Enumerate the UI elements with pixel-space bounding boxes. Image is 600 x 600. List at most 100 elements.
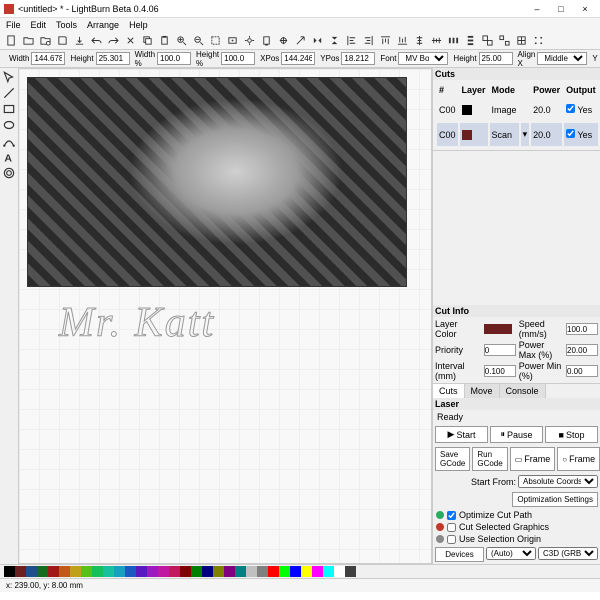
height-input[interactable] xyxy=(96,52,130,65)
cuts-row[interactable]: C00 Image 20.0 Yes No xyxy=(437,98,600,121)
palette-color[interactable] xyxy=(70,566,81,577)
stop-button[interactable]: ■ Stop xyxy=(545,426,598,443)
maximize-button[interactable]: □ xyxy=(550,2,572,16)
cuts-row[interactable]: C00 Scan▾ 20.0 Yes No xyxy=(437,123,600,146)
palette-color[interactable] xyxy=(136,566,147,577)
priority-input[interactable] xyxy=(484,344,516,356)
palette-color[interactable] xyxy=(312,566,323,577)
ypos-input[interactable] xyxy=(341,52,375,65)
palette-color[interactable] xyxy=(224,566,235,577)
array-icon[interactable] xyxy=(531,34,545,48)
copy-icon[interactable] xyxy=(140,34,154,48)
line-tool-icon[interactable] xyxy=(2,86,16,100)
pause-button[interactable]: ⏸ Pause xyxy=(490,426,543,443)
distribute-v-icon[interactable] xyxy=(463,34,477,48)
canvas[interactable]: Mr. Katt xyxy=(18,68,432,564)
palette-color[interactable] xyxy=(92,566,103,577)
palette-color[interactable] xyxy=(279,566,290,577)
tab-move[interactable]: Move xyxy=(465,384,500,398)
start-from-select[interactable]: Absolute Coords xyxy=(518,475,598,488)
settings-icon[interactable] xyxy=(242,34,256,48)
close-button[interactable]: × xyxy=(574,2,596,16)
palette-color[interactable] xyxy=(180,566,191,577)
menu-tools[interactable]: Tools xyxy=(56,20,77,30)
palette-color[interactable] xyxy=(125,566,136,577)
opt-settings-button[interactable]: Optimization Settings xyxy=(512,492,598,507)
palette-color[interactable] xyxy=(81,566,92,577)
palette-color[interactable] xyxy=(37,566,48,577)
palette-color[interactable] xyxy=(26,566,37,577)
palette-color[interactable] xyxy=(301,566,312,577)
speed-input[interactable] xyxy=(566,323,598,335)
palette-color[interactable] xyxy=(345,566,356,577)
pmin-input[interactable] xyxy=(566,365,598,377)
arrow-icon[interactable] xyxy=(293,34,307,48)
device-auto-select[interactable]: (Auto) xyxy=(486,547,536,560)
distribute-h-icon[interactable] xyxy=(446,34,460,48)
save-icon[interactable] xyxy=(55,34,69,48)
run-gcode-button[interactable]: Run GCode xyxy=(472,447,507,471)
tab-cuts[interactable]: Cuts xyxy=(433,384,465,398)
mirror-h-icon[interactable] xyxy=(310,34,324,48)
undo-icon[interactable] xyxy=(89,34,103,48)
menu-file[interactable]: File xyxy=(6,20,21,30)
palette-color[interactable] xyxy=(235,566,246,577)
new-icon[interactable] xyxy=(4,34,18,48)
palette-color[interactable] xyxy=(59,566,70,577)
palette-color[interactable] xyxy=(15,566,26,577)
delete-icon[interactable] xyxy=(123,34,137,48)
paste-icon[interactable] xyxy=(157,34,171,48)
palette-color[interactable] xyxy=(191,566,202,577)
preview-icon[interactable] xyxy=(225,34,239,48)
palette-color[interactable] xyxy=(158,566,169,577)
palette-color[interactable] xyxy=(48,566,59,577)
menu-help[interactable]: Help xyxy=(129,20,148,30)
align-top-icon[interactable] xyxy=(378,34,392,48)
heightp-input[interactable] xyxy=(221,52,255,65)
ungroup-icon[interactable] xyxy=(497,34,511,48)
redo-icon[interactable] xyxy=(106,34,120,48)
open-recent-icon[interactable] xyxy=(38,34,52,48)
frame-circle-button[interactable]: ○ Frame xyxy=(557,447,600,471)
font-select[interactable]: MV Boli xyxy=(398,52,448,65)
palette-color[interactable] xyxy=(268,566,279,577)
open-icon[interactable] xyxy=(21,34,35,48)
menu-edit[interactable]: Edit xyxy=(31,20,47,30)
palette-color[interactable] xyxy=(246,566,257,577)
palette-color[interactable] xyxy=(334,566,345,577)
layer-color-swatch[interactable] xyxy=(484,324,512,334)
save-gcode-button[interactable]: Save GCode xyxy=(435,447,470,471)
palette-color[interactable] xyxy=(103,566,114,577)
minimize-button[interactable]: – xyxy=(526,2,548,16)
palette-color[interactable] xyxy=(323,566,334,577)
zoom-frame-icon[interactable] xyxy=(208,34,222,48)
text-object[interactable]: Mr. Katt xyxy=(59,299,215,347)
device-settings-icon[interactable] xyxy=(259,34,273,48)
palette-color[interactable] xyxy=(169,566,180,577)
xpos-input[interactable] xyxy=(281,52,315,65)
select-tool-icon[interactable] xyxy=(2,70,16,84)
frame-button[interactable]: ▭ Frame xyxy=(510,447,556,471)
align-left-icon[interactable] xyxy=(344,34,358,48)
alignx-select[interactable]: Middle xyxy=(537,52,587,65)
grid-icon[interactable] xyxy=(514,34,528,48)
palette-color[interactable] xyxy=(290,566,301,577)
start-button[interactable]: ▶ Start xyxy=(435,426,488,443)
palette-color[interactable] xyxy=(114,566,125,577)
edit-nodes-icon[interactable] xyxy=(2,134,16,148)
import-icon[interactable] xyxy=(72,34,86,48)
mirror-v-icon[interactable] xyxy=(327,34,341,48)
pmax-input[interactable] xyxy=(566,344,598,356)
width-input[interactable] xyxy=(31,52,65,65)
opt-path-check[interactable] xyxy=(447,511,456,520)
align-center-h-icon[interactable] xyxy=(412,34,426,48)
device-profile-select[interactable]: C3D (GRBL) xyxy=(538,547,598,560)
interval-input[interactable] xyxy=(484,365,516,377)
devices-button[interactable]: Devices xyxy=(435,547,484,562)
palette-color[interactable] xyxy=(4,566,15,577)
font-height-input[interactable] xyxy=(479,52,513,65)
rect-tool-icon[interactable] xyxy=(2,102,16,116)
palette-color[interactable] xyxy=(147,566,158,577)
zoom-in-icon[interactable] xyxy=(174,34,188,48)
tab-console[interactable]: Console xyxy=(500,384,546,398)
